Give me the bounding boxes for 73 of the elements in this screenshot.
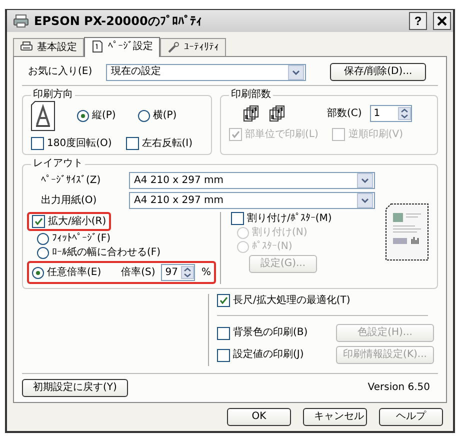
chevron-icon [361, 198, 369, 203]
check-icon [231, 130, 240, 139]
radio-label: 割り付け(N) [252, 227, 308, 239]
checkbox-label: 拡大/縮小(R) [48, 216, 106, 228]
stacked-pages-icon [241, 105, 259, 122]
checkbox-label: 背景色の印刷(B) [233, 327, 308, 339]
field-label: ﾍﾟｰｼﾞｻｲｽﾞ(Z) [40, 174, 102, 186]
button[interactable]: キャンセル [303, 408, 367, 426]
button[interactable]: 初期設定に戻す(Y) [22, 379, 128, 397]
checkbox[interactable] [217, 348, 230, 362]
radio-label: ﾛｰﾙ紙の幅に合わせる(F) [52, 247, 161, 259]
button[interactable]: OK [227, 408, 291, 426]
close-icon [437, 16, 447, 26]
radio-button[interactable] [37, 247, 49, 259]
chevron-icon [292, 70, 300, 74]
spinner-arrows-icon [398, 107, 411, 120]
dropdown[interactable]: A4 210 x 297 mm [129, 192, 375, 209]
checkbox[interactable] [31, 137, 44, 150]
chevron-icon [361, 178, 369, 183]
radio-label: 縦(P) [92, 110, 116, 122]
printer-icon [13, 14, 29, 28]
group-title: レイアウト [32, 158, 84, 170]
checkbox-label: 左右反転(I) [142, 138, 193, 150]
dropdown[interactable]: 現在の設定 [106, 64, 306, 80]
group-title: 印刷方向 [32, 89, 74, 101]
checkbox-label: 割り付け/ﾎﾟｽﾀｰ(M) [247, 212, 332, 224]
number-field[interactable]: 97 [161, 264, 196, 281]
button[interactable]: 保存/削除(D)... [330, 63, 426, 81]
radio-label: ﾎﾟｽﾀｰ(N) [252, 241, 292, 253]
field-label: 出力用紙(O) [40, 194, 98, 206]
radio-button[interactable] [77, 110, 89, 122]
field-label: お気に入り(E) [28, 66, 94, 78]
number-field[interactable]: 1 [370, 105, 412, 122]
tab-label: ﾍﾟｰｼﾞ設定 [108, 40, 153, 52]
field-label: 部数(C) [327, 108, 362, 120]
unit-label: % [201, 266, 211, 278]
checkbox-label: 180度回転(O) [47, 138, 112, 150]
checkbox-label: 部単位で印刷(L) [245, 128, 318, 140]
checkbox[interactable] [217, 294, 230, 307]
spinner-arrows-icon [181, 266, 194, 279]
checkbox-label: 逆順印刷(V) [348, 128, 404, 140]
radio-label: 任意倍率(E) [47, 266, 102, 278]
check-icon [34, 217, 43, 226]
checkbox[interactable] [32, 215, 45, 228]
stacked-pages-icon [267, 105, 285, 122]
field-label: 倍率(S) [121, 266, 156, 278]
radio-button[interactable] [138, 110, 150, 122]
checkbox[interactable] [231, 212, 244, 225]
tab[interactable]: 基本設定 [13, 38, 84, 56]
radio-button[interactable] [37, 233, 49, 245]
tab[interactable]: ﾕｰﾃｨﾘﾃｨ [160, 38, 226, 56]
checkbox-label: 長尺/拡大処理の最適化(T) [233, 294, 350, 306]
radio-button[interactable] [32, 266, 44, 278]
close-button[interactable] [433, 12, 451, 30]
version-label: Version 6.50 [368, 382, 430, 394]
dropdown[interactable]: A4 210 x 297 mm [129, 172, 375, 189]
radio-label: ﾌｨｯﾄﾍﾟｰｼﾞ(F) [52, 233, 111, 245]
page-preview-drawing [385, 203, 429, 261]
checkbox-label: 設定値の印刷(J) [233, 349, 304, 361]
page-icon [91, 40, 104, 53]
tab-label: ﾕｰﾃｨﾘﾃｨ [184, 42, 219, 54]
checkbox[interactable] [217, 326, 230, 340]
tab-label: 基本設定 [37, 42, 77, 54]
button[interactable]: ヘルプ [379, 408, 443, 426]
tab[interactable]: ﾍﾟｰｼﾞ設定 [84, 37, 160, 57]
check-icon [219, 296, 228, 305]
wrench-icon [167, 41, 180, 54]
help-button[interactable]: ? [409, 12, 427, 30]
portrait-page-icon [31, 101, 55, 131]
window-title: EPSON PX-20000のﾌﾟﾛﾊﾟﾃｨ [34, 14, 203, 28]
checkbox[interactable] [126, 137, 139, 150]
group-title: 印刷部数 [230, 89, 272, 101]
radio-label: 横(P) [152, 110, 177, 122]
